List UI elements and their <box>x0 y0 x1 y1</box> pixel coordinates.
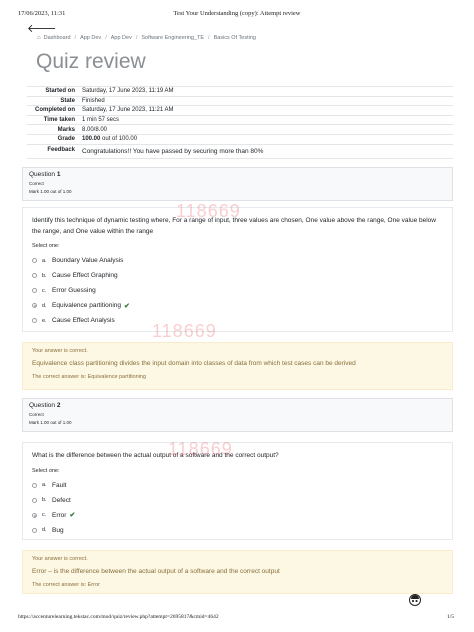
radio-icon[interactable] <box>32 318 37 323</box>
answer-option-selected[interactable]: c. Error ✔ <box>32 508 443 523</box>
question-1-outcome: Your answer is correct. Equivalence clas… <box>22 342 453 390</box>
outcome-message: Your answer is correct. <box>32 348 88 354</box>
summary-value: 100.00 out of 100.00 <box>81 133 453 145</box>
answer-option[interactable]: a. Boundary Value Analysis <box>32 253 443 268</box>
page-number: 1/5 <box>446 614 454 620</box>
page-title: Quiz review <box>36 50 146 73</box>
attempt-summary-table: Started on Saturday, 17 June 2023, 11:19… <box>27 86 453 159</box>
right-answer: The correct answer is: Error <box>32 582 100 588</box>
home-icon[interactable]: ⌂ <box>37 35 41 41</box>
answer-option[interactable]: d. Bug <box>32 523 443 538</box>
print-url: https://accenturelearning.tekstac.com/mo… <box>18 614 219 620</box>
question-state: Correct <box>29 181 44 186</box>
summary-row-feedback: Feedback Congratulations!! You have pass… <box>27 143 453 159</box>
chat-avatar-icon[interactable] <box>409 594 421 606</box>
breadcrumb-separator: / <box>135 35 138 41</box>
answer-option-selected[interactable]: d. Equivalence partitioning ✔ <box>32 298 443 313</box>
breadcrumb-item-dashboard[interactable]: Dashboard <box>44 35 71 41</box>
summary-value: Congratulations!! You have passed by sec… <box>81 143 453 159</box>
question-number: Question 2 <box>29 402 61 409</box>
radio-icon[interactable] <box>32 273 37 278</box>
radio-icon[interactable] <box>32 258 37 263</box>
answer-option[interactable]: a. Fault <box>32 478 443 493</box>
question-2-info: Question 2 Correct Mark 1.00 out of 1.00 <box>22 398 453 432</box>
question-number: Question 1 <box>29 171 61 178</box>
answer-option[interactable]: e. Cause Effect Analysis <box>32 313 443 328</box>
question-state: Correct <box>29 412 44 417</box>
print-header: 17/06/2023, 11:31 Test Your Understandin… <box>0 0 474 22</box>
general-feedback: Equivalence class partitioning divides t… <box>32 360 356 367</box>
summary-row-started: Started on Saturday, 17 June 2023, 11:19… <box>27 86 453 97</box>
outcome-message: Your answer is correct. <box>32 556 88 562</box>
question-grade: Mark 1.00 out of 1.00 <box>29 420 72 425</box>
summary-row-marks: Marks 8.00/8.00 <box>27 124 453 135</box>
summary-label: Marks <box>27 124 81 135</box>
right-answer: The correct answer is: Equivalence parti… <box>32 374 147 380</box>
print-title: Test Your Understanding (copy): Attempt … <box>173 10 301 17</box>
breadcrumb: ⌂ Dashboard / App Dev / App Dev / Softwa… <box>37 35 256 41</box>
grade-total: out of 100.00 <box>100 136 138 143</box>
summary-label: Started on <box>27 86 81 97</box>
answer-option[interactable]: b. Cause Effect Graphing <box>32 268 443 283</box>
grade-score: 100.00 <box>82 136 101 143</box>
breadcrumb-separator: / <box>74 35 77 41</box>
radio-checked-icon[interactable] <box>32 512 37 518</box>
question-2-outcome: Your answer is correct. Error – is the d… <box>22 550 453 594</box>
summary-label: Time taken <box>27 114 81 125</box>
summary-row-completed: Completed on Saturday, 17 June 2023, 11:… <box>27 105 453 116</box>
summary-row-grade: Grade 100.00 out of 100.00 <box>27 133 453 145</box>
question-1-info: Question 1 Correct Mark 1.00 out of 1.00 <box>22 167 453 201</box>
radio-icon[interactable] <box>32 288 37 293</box>
answer-option[interactable]: b. Defect <box>32 493 443 508</box>
question-text: Identify this technique of dynamic testi… <box>32 217 436 235</box>
summary-row-state: State Finished <box>27 95 453 106</box>
summary-row-time-taken: Time taken 1 min 57 secs <box>27 114 453 125</box>
radio-icon[interactable] <box>32 497 37 503</box>
summary-value: Saturday, 17 June 2023, 11:21 AM <box>81 105 453 116</box>
summary-value: 1 min 57 secs <box>81 114 453 125</box>
answer-option[interactable]: c. Error Guessing <box>32 283 443 298</box>
summary-value: 8.00/8.00 <box>81 124 453 135</box>
question-text: What is the difference between the actua… <box>32 452 279 459</box>
breadcrumb-item-topic[interactable]: Basics Of Testing <box>214 35 256 41</box>
select-one-label: Select one: <box>32 467 60 474</box>
question-grade: Mark 1.00 out of 1.00 <box>29 189 72 194</box>
correct-check-icon: ✔ <box>69 512 76 519</box>
general-feedback: Error – is the difference between the ac… <box>32 568 280 575</box>
summary-label: Completed on <box>27 105 81 116</box>
summary-value: Saturday, 17 June 2023, 11:19 AM <box>81 86 453 97</box>
radio-checked-icon[interactable] <box>32 303 37 308</box>
radio-icon[interactable] <box>32 482 37 488</box>
summary-label: Feedback <box>27 143 81 159</box>
summary-label: Grade <box>27 133 81 145</box>
summary-value: Finished <box>81 95 453 106</box>
breadcrumb-item-app-dev-2[interactable]: App Dev <box>111 35 132 41</box>
question-2-content: What is the difference between the actua… <box>22 442 453 540</box>
breadcrumb-item-course[interactable]: Software Engineering_TE <box>141 35 204 41</box>
question-1-content: Identify this technique of dynamic testi… <box>22 207 453 332</box>
summary-label: State <box>27 95 81 106</box>
breadcrumb-item-app-dev[interactable]: App Dev <box>80 35 101 41</box>
breadcrumb-separator: / <box>208 35 210 41</box>
select-one-label: Select one: <box>32 243 60 249</box>
correct-check-icon: ✔ <box>124 302 130 310</box>
radio-icon[interactable] <box>32 527 37 533</box>
breadcrumb-separator: / <box>105 35 107 41</box>
back-arrow-icon[interactable]: 🡐 <box>27 24 57 35</box>
